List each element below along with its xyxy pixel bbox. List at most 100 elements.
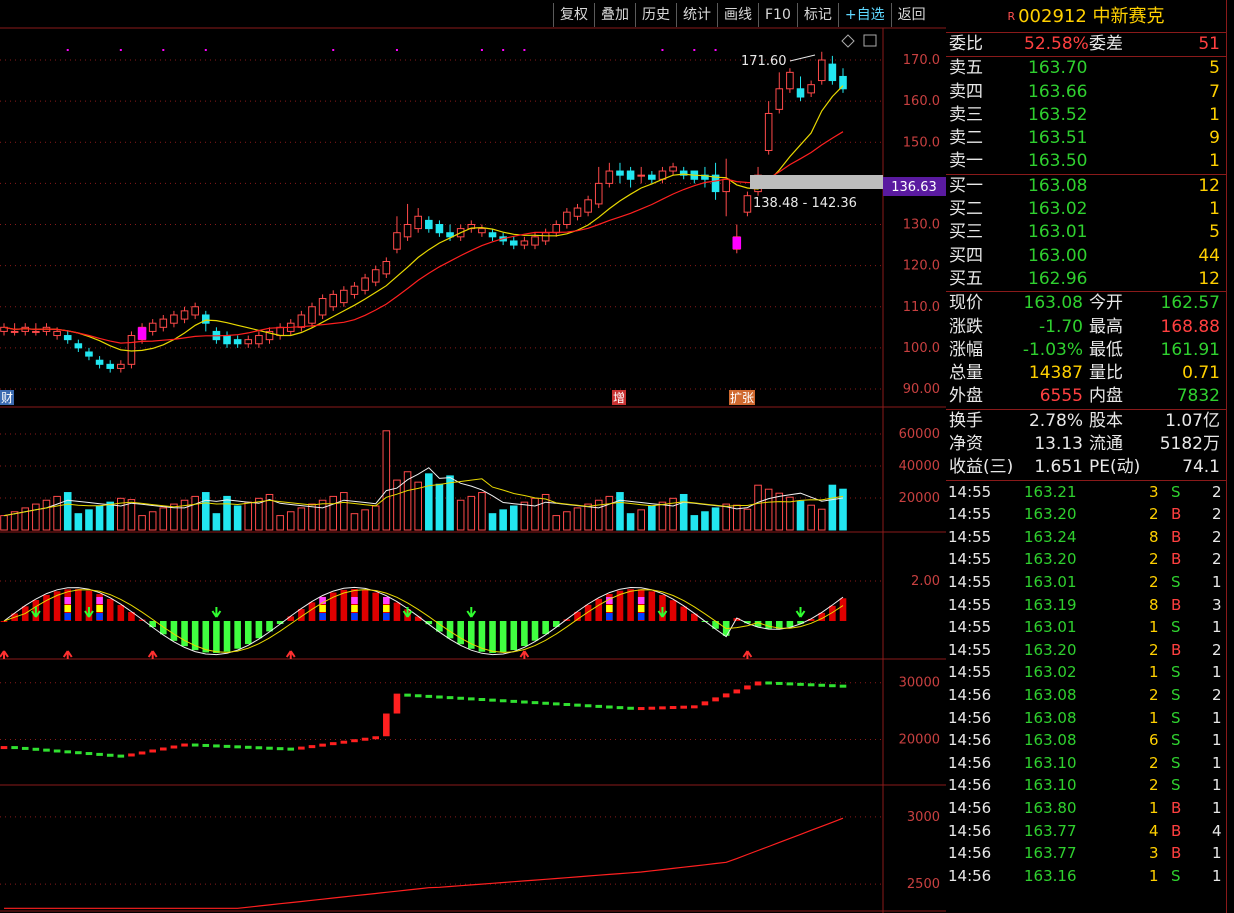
- sell-row[interactable]: 卖五 163.70 5: [946, 57, 1226, 80]
- tick-row[interactable]: 14:55 163.24 8 B 2: [946, 526, 1226, 549]
- volume-bar: [297, 507, 306, 531]
- macd-bar: [287, 616, 295, 621]
- tick-row[interactable]: 14:56 163.16 1 S 1: [946, 865, 1226, 888]
- volume-bar: [531, 497, 539, 531]
- toolbar-button-8[interactable]: 返回: [890, 3, 932, 27]
- candle-body: [605, 170, 614, 184]
- marked-candle: [732, 236, 742, 250]
- tick-price: 163.08: [1024, 685, 1077, 704]
- fund-label-2: PE(动): [1089, 457, 1141, 478]
- sell-orders: 卖五 163.70 5 卖四 163.66 7 卖三 163.52 1 卖二 163.51 9 卖一 16…: [946, 57, 1226, 175]
- tick-row[interactable]: 14:55 163.20 2 B 2: [946, 503, 1226, 526]
- tick-volume: 1: [1149, 618, 1159, 637]
- sell-row[interactable]: 卖二 163.51 9: [946, 127, 1226, 150]
- signal-dot: [204, 49, 207, 51]
- stock-title[interactable]: R 002912 中新赛克: [946, 0, 1226, 33]
- tick-count: 2: [1212, 505, 1222, 524]
- toolbar-button-0[interactable]: 复权: [553, 3, 594, 27]
- toolbar-button-1[interactable]: 叠加: [594, 3, 635, 27]
- tick-volume: 2: [1149, 550, 1159, 569]
- ind4-axis-label: 2500: [907, 877, 940, 892]
- tick-price: 163.20: [1024, 640, 1077, 659]
- tick-list[interactable]: 14:55 163.21 3 S 2 14:55 163.20 2 B 2 14:55 163.24 8…: [946, 481, 1226, 888]
- volume-bar: [817, 508, 826, 531]
- candle-body: [233, 339, 242, 345]
- ind3-bar: [96, 752, 103, 756]
- toolbar-button-6[interactable]: 标记: [796, 3, 838, 27]
- toolbar-button-5[interactable]: F10: [758, 3, 797, 27]
- ind3-bar: [128, 753, 135, 757]
- candle-body: [722, 178, 730, 193]
- tick-row[interactable]: 14:56 163.08 2 S 2: [946, 684, 1226, 707]
- toolbar-button-2[interactable]: 历史: [635, 3, 676, 27]
- candle-body: [308, 306, 316, 324]
- quote-value: 14387: [1028, 363, 1083, 384]
- ind3-bar: [21, 746, 29, 750]
- ind3-bar: [244, 745, 252, 749]
- sell-row[interactable]: 卖四 163.66 7: [946, 81, 1226, 104]
- tick-row[interactable]: 14:55 163.21 3 S 2: [946, 481, 1226, 504]
- tick-row[interactable]: 14:55 163.01 1 S 1: [946, 616, 1226, 639]
- ind3-bar: [223, 744, 231, 748]
- candle-body: [63, 335, 72, 341]
- tick-time: 14:55: [948, 595, 992, 614]
- buy-volume: 5: [1209, 222, 1220, 243]
- tick-row[interactable]: 14:56 163.77 3 B 1: [946, 842, 1226, 865]
- tick-row[interactable]: 14:55 163.20 2 B 2: [946, 548, 1226, 571]
- tick-price: 163.21: [1024, 482, 1077, 501]
- ind3-bar: [510, 699, 518, 703]
- toolbar-button-3[interactable]: 统计: [676, 3, 717, 27]
- macd-stack: [383, 613, 390, 620]
- volume-bar: [467, 495, 476, 531]
- volume-bar: [828, 484, 837, 531]
- ind3-bar: [616, 706, 624, 710]
- right-scrollbar[interactable]: [1226, 0, 1234, 913]
- tick-row[interactable]: 14:56 163.10 2 S 1: [946, 752, 1226, 775]
- macd-stack: [637, 597, 645, 604]
- tick-side: S: [1171, 708, 1181, 727]
- ind3-bar: [733, 689, 741, 694]
- tick-side: B: [1171, 640, 1182, 659]
- tick-side: S: [1171, 776, 1181, 795]
- chart-area[interactable]: 170.0160.0150.0140.0130.0120.0110.0100.0…: [0, 0, 946, 913]
- tick-row[interactable]: 14:55 163.01 2 S 1: [946, 571, 1226, 594]
- buy-row[interactable]: 买二 163.02 1: [946, 198, 1226, 221]
- tick-side: S: [1171, 753, 1181, 772]
- volume-bar: [0, 515, 8, 531]
- sell-row[interactable]: 卖三 163.52 1: [946, 104, 1226, 127]
- volume-bar: [796, 500, 805, 531]
- buy-row[interactable]: 买四 163.00 44: [946, 245, 1226, 268]
- tick-row[interactable]: 14:55 163.19 8 B 3: [946, 594, 1226, 617]
- tick-row[interactable]: 14:56 163.08 1 S 1: [946, 707, 1226, 730]
- buy-row[interactable]: 买一 163.08 12: [946, 175, 1226, 198]
- signal-dot: [162, 49, 165, 51]
- quote-label: 现价: [949, 293, 983, 314]
- toolbar-button-4[interactable]: 画线: [717, 3, 758, 27]
- buy-row[interactable]: 买五 162.96 12: [946, 268, 1226, 291]
- tick-row[interactable]: 14:56 163.80 1 B 1: [946, 797, 1226, 820]
- buy-row[interactable]: 买三 163.01 5: [946, 221, 1226, 244]
- ind3-bar: [797, 682, 804, 686]
- buy-orders: 买一 163.08 12 买二 163.02 1 买三 163.01 5 买四 163.00 44 买五…: [946, 175, 1226, 293]
- tick-row[interactable]: 14:55 163.20 2 B 2: [946, 639, 1226, 662]
- fund-row: 净资 13.13 流通 5182万: [946, 433, 1226, 456]
- macd-stack: [606, 605, 613, 612]
- sell-row[interactable]: 卖一 163.50 1: [946, 150, 1226, 173]
- ind3-bar: [552, 702, 560, 706]
- signal-dot: [395, 49, 398, 51]
- tick-volume: 4: [1149, 821, 1159, 840]
- toolbar-button-7[interactable]: +自选: [837, 3, 891, 27]
- ind3-bar: [85, 752, 93, 756]
- ind3-bar: [818, 683, 826, 687]
- ind3-bar: [542, 701, 549, 705]
- ind3-bar: [446, 696, 454, 700]
- tick-row[interactable]: 14:56 163.77 4 B 4: [946, 820, 1226, 843]
- candle-body: [541, 232, 550, 242]
- ind3-bar: [754, 681, 762, 686]
- volume-bar: [743, 508, 752, 531]
- volume-bar: [308, 503, 316, 531]
- tick-row[interactable]: 14:55 163.02 1 S 1: [946, 661, 1226, 684]
- tick-row[interactable]: 14:56 163.08 6 S 1: [946, 729, 1226, 752]
- tick-row[interactable]: 14:56 163.10 2 S 1: [946, 774, 1226, 797]
- volume-bar: [616, 492, 624, 531]
